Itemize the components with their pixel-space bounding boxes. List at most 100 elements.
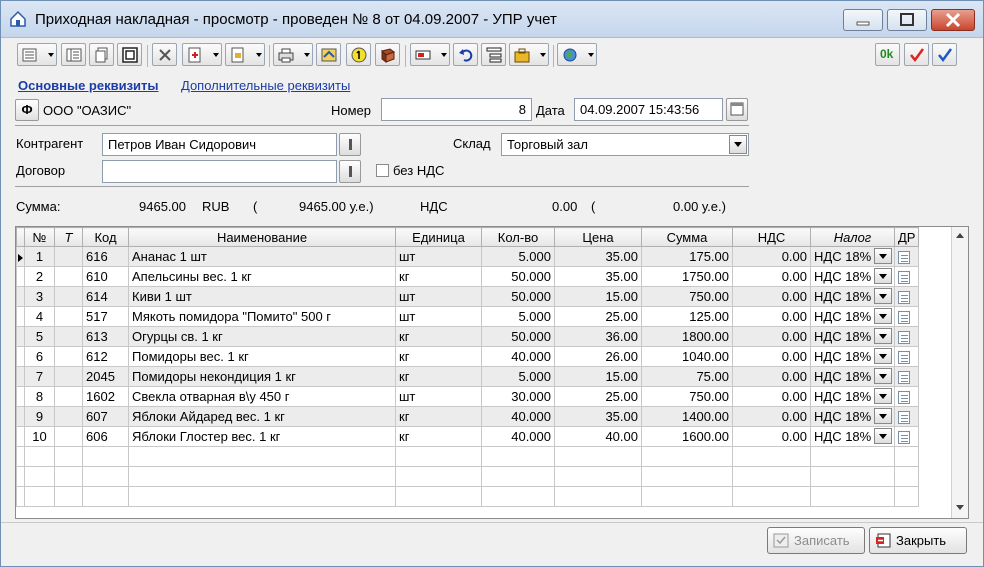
cell-dr[interactable] xyxy=(893,386,920,407)
chevron-down-icon[interactable] xyxy=(874,428,892,444)
structure-button[interactable] xyxy=(481,43,506,66)
close-button[interactable]: Закрыть xyxy=(869,527,967,554)
document-button[interactable] xyxy=(225,43,265,66)
chevron-down-icon[interactable] xyxy=(874,368,892,384)
cell-tax[interactable]: НДС 18% xyxy=(810,386,895,407)
org-select-button[interactable]: Ф xyxy=(15,99,39,121)
no-vat-checkbox[interactable] xyxy=(376,164,389,177)
col-name[interactable]: Наименование xyxy=(128,227,396,247)
cell-dr[interactable] xyxy=(893,426,920,447)
col-vat[interactable]: НДС xyxy=(732,227,811,247)
fill-button[interactable] xyxy=(182,43,222,66)
open-button[interactable] xyxy=(117,43,142,66)
col-type[interactable]: Т xyxy=(54,227,83,247)
col-price[interactable]: Цена xyxy=(554,227,642,247)
details-icon[interactable] xyxy=(898,430,910,444)
warehouse-select[interactable]: Торговый зал xyxy=(501,133,749,156)
title-bar[interactable]: Приходная накладная - просмотр - проведе… xyxy=(1,1,983,38)
details-icon[interactable] xyxy=(898,410,910,424)
table-row[interactable]: 3 614 Киви 1 шт шт 50.000 15.00 750.00 0.00 НДС … xyxy=(16,286,920,307)
cell-dr[interactable] xyxy=(893,246,920,267)
col-qty[interactable]: Кол-во xyxy=(481,227,555,247)
undo-button[interactable] xyxy=(453,43,478,66)
chevron-down-icon[interactable] xyxy=(874,308,892,324)
globe-button[interactable] xyxy=(557,43,597,66)
cell-dr[interactable] xyxy=(893,326,920,347)
table-row[interactable]: 4 517 Мякоть помидора "Помито" 500 г шт 5.00… xyxy=(16,306,920,327)
save-button[interactable]: Записать xyxy=(767,527,865,554)
cell-tax[interactable]: НДС 18% xyxy=(810,246,895,267)
table-row[interactable]: 9 607 Яблоки Айдаред вес. 1 кг кг 40.000 35.0… xyxy=(16,406,920,427)
cell-tax[interactable]: НДС 18% xyxy=(810,326,895,347)
cell-dr[interactable] xyxy=(893,406,920,427)
chevron-down-icon[interactable] xyxy=(874,288,892,304)
details-icon[interactable] xyxy=(898,270,910,284)
number-one-button[interactable] xyxy=(346,43,371,66)
tab-main-requisites[interactable]: Основные реквизиты xyxy=(18,78,159,93)
message-button[interactable] xyxy=(410,43,450,66)
minimize-button[interactable] xyxy=(843,9,883,31)
chevron-down-icon[interactable] xyxy=(874,388,892,404)
cell-dr[interactable] xyxy=(893,366,920,387)
tasks-button[interactable] xyxy=(509,43,549,66)
table-row[interactable]: 7 2045 Помидоры некондиция 1 кг кг 5.000 15.0… xyxy=(16,366,920,387)
cell-dr[interactable] xyxy=(893,266,920,287)
scroll-down-icon[interactable] xyxy=(956,505,964,510)
tab-extra-requisites[interactable]: Дополнительные реквизиты xyxy=(181,78,350,93)
ok-button[interactable]: 0k xyxy=(875,43,900,66)
cell-tax[interactable]: НДС 18% xyxy=(810,426,895,447)
chevron-down-icon[interactable] xyxy=(874,268,892,284)
maximize-button[interactable] xyxy=(887,9,927,31)
cell-tax[interactable]: НДС 18% xyxy=(810,406,895,427)
details-icon[interactable] xyxy=(898,330,910,344)
delete-button[interactable] xyxy=(152,43,177,66)
table-row[interactable]: 2 610 Апельсины вес. 1 кг кг 50.000 35.00 1750… xyxy=(16,266,920,287)
col-unit[interactable]: Единица xyxy=(395,227,482,247)
chevron-down-icon[interactable] xyxy=(874,248,892,264)
details-icon[interactable] xyxy=(898,310,910,324)
details-icon[interactable] xyxy=(898,250,910,264)
cell-tax[interactable]: НДС 18% xyxy=(810,346,895,367)
chevron-down-icon[interactable] xyxy=(874,328,892,344)
counterparty-select-button[interactable] xyxy=(339,133,361,156)
scroll-up-icon[interactable] xyxy=(956,233,964,238)
print-button[interactable] xyxy=(273,43,313,66)
cell-tax[interactable]: НДС 18% xyxy=(810,286,895,307)
list-menu-button[interactable] xyxy=(17,43,57,66)
contract-select-button[interactable] xyxy=(339,160,361,183)
close-window-button[interactable] xyxy=(931,9,975,31)
cell-tax[interactable]: НДС 18% xyxy=(810,266,895,287)
table-row[interactable]: 8 1602 Свекла отварная в\у 450 г шт 30.000 25… xyxy=(16,386,920,407)
details-icon[interactable] xyxy=(898,350,910,364)
counterparty-field[interactable]: Петров Иван Сидорович xyxy=(102,133,337,156)
details-icon[interactable] xyxy=(898,390,910,404)
chevron-down-icon[interactable] xyxy=(874,408,892,424)
post-red-check-button[interactable] xyxy=(904,43,929,66)
cell-dr[interactable] xyxy=(893,346,920,367)
col-number[interactable]: № xyxy=(24,227,55,247)
chevron-down-icon[interactable] xyxy=(874,348,892,364)
details-icon[interactable] xyxy=(898,370,910,384)
details-icon[interactable] xyxy=(898,290,910,304)
cell-dr[interactable] xyxy=(893,286,920,307)
contract-field[interactable] xyxy=(102,160,337,183)
items-table[interactable]: № Т Код Наименование Единица Кол-во Цена… xyxy=(15,226,969,519)
col-sum[interactable]: Сумма xyxy=(641,227,733,247)
book-button[interactable] xyxy=(375,43,400,66)
post-button[interactable] xyxy=(316,43,341,66)
col-tax[interactable]: Налог xyxy=(810,227,895,247)
form-button[interactable] xyxy=(61,43,86,66)
table-row[interactable]: 10 606 Яблоки Глостер вес. 1 кг кг 40.000 40.… xyxy=(16,426,920,447)
table-row[interactable]: 1 616 Ананас 1 шт шт 5.000 35.00 175.00 0.00 НДС… xyxy=(16,246,920,267)
date-field[interactable]: 04.09.2007 15:43:56 xyxy=(574,98,723,121)
table-row[interactable]: 5 613 Огурцы св. 1 кг кг 50.000 36.00 1800.00 0… xyxy=(16,326,920,347)
cell-dr[interactable] xyxy=(893,306,920,327)
cell-tax[interactable]: НДС 18% xyxy=(810,366,895,387)
copy-button[interactable] xyxy=(89,43,114,66)
post-blue-check-button[interactable] xyxy=(932,43,957,66)
calendar-button[interactable] xyxy=(726,98,748,121)
col-code[interactable]: Код xyxy=(82,227,129,247)
vertical-scrollbar[interactable] xyxy=(951,227,968,518)
col-dr[interactable]: ДР xyxy=(893,227,920,247)
table-row[interactable]: 6 612 Помидоры вес. 1 кг кг 40.000 26.00 1040.… xyxy=(16,346,920,367)
